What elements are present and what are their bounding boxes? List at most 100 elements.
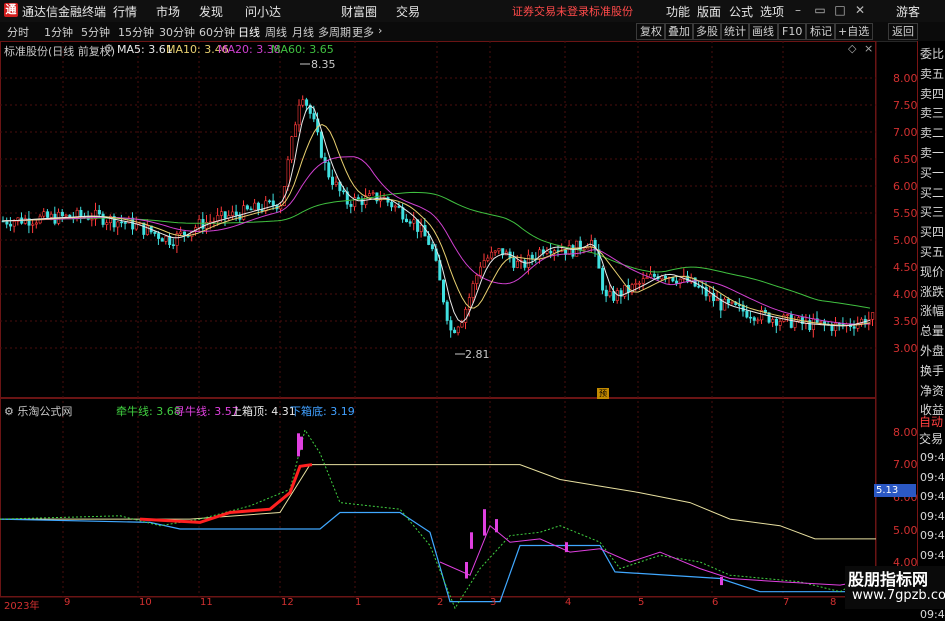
btn-diejia[interactable]: 叠加 [664, 23, 694, 40]
close-icon[interactable]: ✕ [852, 2, 868, 18]
x-axis-label: 1 [355, 597, 362, 608]
candle-body [301, 99, 305, 106]
candle-body [634, 283, 638, 285]
sidebar-item[interactable]: 卖三 [920, 104, 944, 121]
candle-body [356, 197, 360, 200]
period-weekly[interactable]: 周线 [265, 24, 287, 40]
sub-signal-bar [300, 436, 303, 450]
sidebar-item[interactable]: 涨幅 [920, 302, 944, 319]
candle-body [456, 326, 460, 334]
price-tick: 4.00 [893, 288, 918, 301]
sidebar-item[interactable]: 外盘 [920, 342, 944, 359]
maximize-icon[interactable]: □ [832, 2, 848, 18]
sidebar-item[interactable]: 买三 [920, 203, 944, 220]
candle-body [231, 211, 235, 216]
candle-body [726, 298, 730, 304]
low-price-label: 2.81 [465, 348, 490, 361]
candle-body [264, 200, 268, 212]
sidebar-item[interactable]: 卖四 [920, 85, 944, 102]
menu-wenxiaoda[interactable]: 问小达 [245, 3, 281, 20]
btn-add-watchlist[interactable]: +自选 [834, 23, 874, 40]
guest-label[interactable]: 游客 [896, 3, 920, 20]
sidebar-item[interactable]: 涨跌 [920, 283, 944, 300]
kline-chart-canvas[interactable] [0, 41, 917, 609]
sidebar-item[interactable]: 总量 [920, 322, 944, 339]
candle-body [723, 298, 727, 311]
main-chart-title: 标准股份(日线 前复权) [4, 45, 116, 58]
btn-duogu[interactable]: 多股 [692, 23, 722, 40]
menu-jiaoyi[interactable]: 交易 [396, 3, 420, 20]
sub-tick: 7.00 [893, 458, 918, 471]
sidebar-time: 09:46 [920, 549, 945, 562]
sidebar-auto[interactable]: 自动 [919, 413, 943, 430]
candle-body [164, 235, 168, 242]
candle-body [638, 282, 642, 285]
app-title: 通达信金融终端 [22, 5, 107, 19]
menu-banmian[interactable]: 版面 [697, 3, 721, 20]
menu-xuanxiang[interactable]: 选项 [760, 3, 784, 20]
diamond-icon[interactable]: ◇ [848, 42, 856, 55]
candle-body [120, 221, 124, 224]
menu-hangqing[interactable]: 行情 [113, 3, 137, 20]
restore-icon[interactable]: ▭ [812, 2, 828, 18]
sidebar-item[interactable]: 委比 [920, 45, 944, 62]
sub-settings-icon[interactable]: ⚙ [4, 405, 17, 418]
candle-body [752, 317, 756, 321]
btn-back[interactable]: 返回 [888, 23, 918, 40]
period-30min[interactable]: 30分钟 [159, 24, 195, 40]
period-monthly[interactable]: 月线 [292, 24, 314, 40]
period-5min[interactable]: 5分钟 [81, 24, 110, 40]
close-panel-icon[interactable]: × [864, 42, 873, 55]
menu-faxian[interactable]: 发现 [199, 3, 223, 20]
settings-gear-icon[interactable]: ⚙ [104, 42, 114, 55]
sidebar-item[interactable]: 卖二 [920, 124, 944, 141]
sidebar-trade[interactable]: 交易 [919, 430, 943, 447]
candle-body [493, 250, 497, 253]
btn-fuquan[interactable]: 复权 [636, 23, 666, 40]
sidebar-item[interactable]: 净资 [920, 382, 944, 399]
candle-body [271, 200, 275, 206]
sidebar-item[interactable]: 买四 [920, 223, 944, 240]
period-15min[interactable]: 15分钟 [118, 24, 154, 40]
btn-biaoji[interactable]: 标记 [806, 23, 836, 40]
candle-body [445, 301, 449, 321]
period-60min[interactable]: 60分钟 [199, 24, 235, 40]
forecast-tag[interactable]: 预 [597, 388, 609, 399]
period-multi[interactable]: 多周期 [318, 24, 351, 40]
btn-tongji[interactable]: 统计 [720, 23, 750, 40]
period-daily[interactable]: 日线 [238, 24, 260, 40]
sidebar-item[interactable]: 买二 [920, 184, 944, 201]
login-warning[interactable]: 证券交易未登录 [512, 3, 589, 19]
candle-body [360, 198, 364, 205]
btn-f10[interactable]: F10 [778, 23, 807, 40]
x-axis-label: 2023年 [4, 601, 40, 612]
menu-gongneng[interactable]: 功能 [666, 3, 690, 20]
chevron-right-icon[interactable]: › [378, 24, 382, 37]
candle-body [97, 209, 101, 215]
sidebar-item[interactable]: 换手 [920, 362, 944, 379]
period-more[interactable]: 更多 [352, 24, 374, 40]
sub-signal-bar [483, 509, 486, 536]
sidebar-item[interactable]: 卖一 [920, 144, 944, 161]
period-1min[interactable]: 1分钟 [44, 24, 73, 40]
sidebar-time: 09:45 [920, 451, 945, 464]
minimize-icon[interactable]: – [790, 2, 806, 18]
period-fenshi[interactable]: 分时 [7, 24, 29, 40]
sidebar-item[interactable]: 买五 [920, 243, 944, 260]
menu-shichang[interactable]: 市场 [156, 3, 180, 20]
x-axis-label: 4 [565, 597, 572, 608]
watermark-url: www.7gpzb.com [852, 588, 945, 603]
sidebar-item[interactable]: 买一 [920, 164, 944, 181]
candle-body [34, 222, 38, 225]
sidebar-item[interactable]: 现价 [920, 263, 944, 280]
candle-body [708, 292, 712, 297]
candle-body [105, 222, 109, 225]
candle-body [523, 260, 527, 268]
menu-caifuquan[interactable]: 财富圈 [341, 3, 377, 20]
candle-body [171, 244, 175, 246]
sidebar-item[interactable]: 卖五 [920, 65, 944, 82]
menu-gongshi[interactable]: 公式 [729, 3, 753, 20]
candle-body [349, 203, 353, 207]
btn-huaxian[interactable]: 画线 [748, 23, 778, 40]
candle-body [645, 277, 649, 279]
